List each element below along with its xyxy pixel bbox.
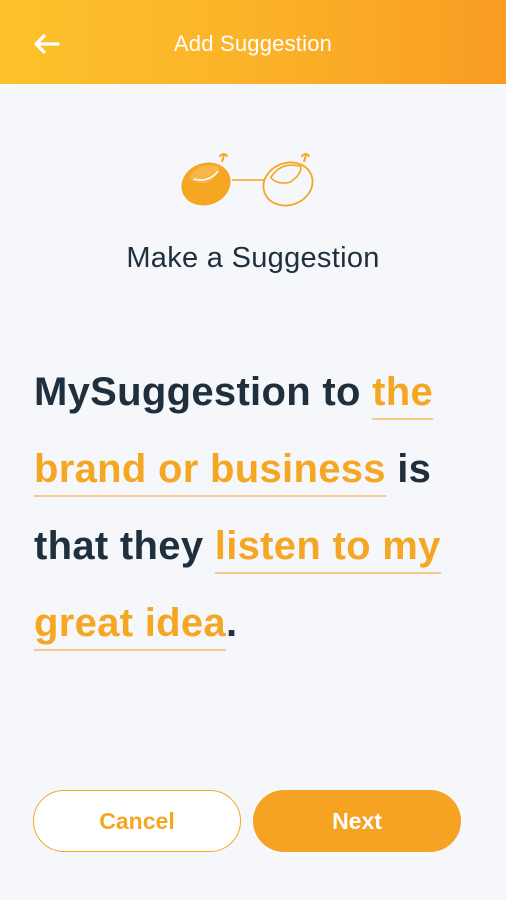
acorn-outline-icon xyxy=(262,153,314,207)
acorn-filled-icon xyxy=(181,153,231,206)
sentence-text-3: . xyxy=(225,601,238,645)
page-title: Make a Suggestion xyxy=(126,242,380,274)
suggestion-sentence: MySuggestion to the brand or business is… xyxy=(34,354,474,662)
cancel-button[interactable]: Cancel xyxy=(33,790,241,852)
header-title: Add Suggestion xyxy=(173,31,333,56)
next-button[interactable]: Next xyxy=(253,790,461,852)
app-header: Add Suggestion xyxy=(0,0,506,84)
back-button[interactable] xyxy=(28,26,64,62)
arrow-left-icon xyxy=(34,34,60,54)
sentence-text-1: MySuggestion to xyxy=(34,370,373,414)
step-indicator xyxy=(178,150,318,212)
